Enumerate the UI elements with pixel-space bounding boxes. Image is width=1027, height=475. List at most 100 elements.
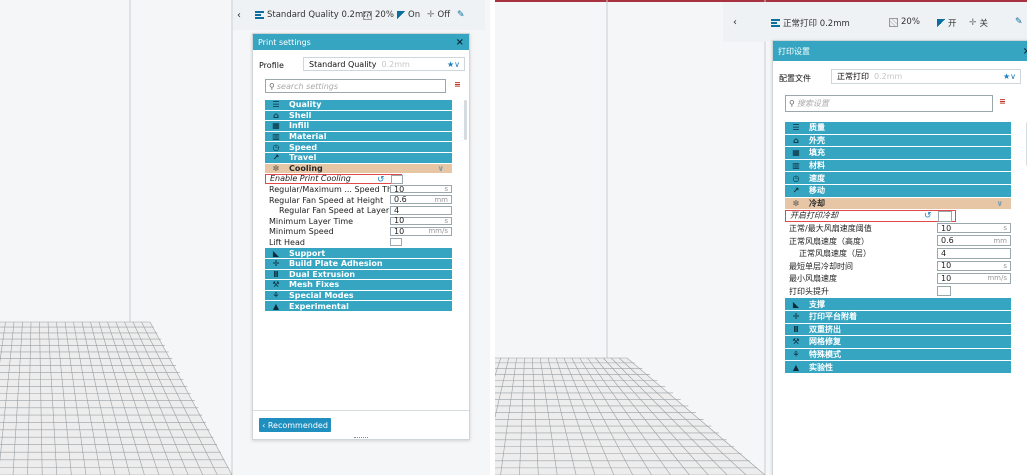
category-speed[interactable]: ◷ 速度	[785, 172, 1011, 184]
close-icon[interactable]: ×	[456, 37, 464, 48]
category-mesh-fixes[interactable]: ⚒ 网格修复	[785, 336, 1011, 348]
setting-label: Regular Fan Speed at Layer	[279, 206, 390, 216]
setting-row: 正常风扇速度（高度） 0.6 mm	[785, 235, 1011, 247]
print-settings-panel: 打印设置 × 配置文件 正常打印 0.2mm ★∨ ⚲ 搜索设置 ≡ ☰ 质量 ⌂ 外…	[772, 40, 1027, 475]
setting-value-field[interactable]: 10 mm/s	[937, 273, 1011, 284]
reset-icon[interactable]: ↺	[377, 175, 385, 185]
category-speed[interactable]: ◷ Speed	[265, 142, 452, 152]
setting-row: Lift Head	[265, 237, 452, 248]
category-mesh-fixes[interactable]: ⚒ Mesh Fixes	[265, 280, 452, 290]
setting-checkbox[interactable]	[937, 285, 951, 297]
setting-value: 4	[394, 205, 400, 215]
profile-dropdown[interactable]: 正常打印 0.2mm ★∨	[831, 69, 1021, 84]
category-label: 移动	[809, 186, 825, 196]
reset-icon[interactable]: ↺	[924, 211, 932, 221]
chevron-down-icon[interactable]: ∨	[997, 199, 1004, 208]
adhesion-indicator[interactable]: ✛ 关	[969, 17, 988, 29]
category-dual-extrusion[interactable]: Ⅱ Dual Extrusion	[265, 269, 452, 280]
panel-title: Print settings	[258, 37, 311, 47]
print-settings-panel: Print settings × Profile Standard Qualit…	[252, 33, 470, 440]
quality-icon: ☰	[792, 123, 800, 133]
setting-value-field[interactable]: 10 s	[937, 222, 1011, 234]
adhesion-icon: ✛	[792, 312, 800, 322]
setting-value-field[interactable]: 10 mm/s	[390, 227, 452, 236]
setting-label: Minimum Layer Time	[269, 216, 354, 226]
category-cooling[interactable]: ✼ Cooling ∨	[265, 163, 452, 174]
scrollbar[interactable]	[464, 100, 467, 140]
category-experimental[interactable]: ▲ Experimental	[265, 301, 452, 311]
favorite-star-icon[interactable]: ★∨	[447, 60, 460, 69]
panel-title: 打印设置	[778, 46, 810, 56]
settings-menu-icon[interactable]: ≡	[454, 80, 461, 89]
print-setup-bar[interactable]: ‹ 正常打印 0.2mm 20% 开 ✛ 关 ✎	[723, 2, 1027, 42]
edit-pencil-icon[interactable]: ✎	[1015, 17, 1023, 27]
setting-value-field[interactable]: 4	[937, 248, 1011, 259]
speed-icon: ◷	[792, 173, 800, 183]
travel-icon: ↗	[272, 153, 280, 163]
setting-value-field[interactable]: 0.6 mm	[937, 235, 1011, 246]
category-quality[interactable]: ☰ Quality	[265, 100, 452, 110]
cooling-icon: ✼	[792, 198, 800, 208]
setting-value-field[interactable]: 10 s	[937, 260, 1011, 272]
setting-checkbox[interactable]	[391, 175, 403, 184]
infill-indicator[interactable]: 20%	[889, 17, 920, 27]
quality-selector[interactable]: Standard Quality 0.2mm	[255, 10, 372, 20]
category-special-modes[interactable]: ⚘ 特殊模式	[785, 348, 1011, 361]
category-adhesion[interactable]: ✛ 打印平台附着	[785, 311, 1011, 323]
setting-checkbox[interactable]	[390, 237, 402, 247]
setting-value: 10	[394, 184, 405, 194]
infill-indicator[interactable]: 20%	[363, 10, 394, 20]
category-travel[interactable]: ↗ 移动	[785, 185, 1011, 197]
category-material[interactable]: ▥ 材料	[785, 159, 1011, 172]
resize-handle[interactable]	[354, 437, 368, 438]
quality-profile-label: 正常打印 0.2mm	[783, 19, 850, 29]
category-quality[interactable]: ☰ 质量	[785, 122, 1011, 134]
category-shell[interactable]: ⌂ Shell	[265, 110, 452, 121]
settings-menu-icon[interactable]: ≡	[999, 97, 1006, 106]
setting-value-field[interactable]: 10 s	[390, 216, 452, 225]
quality-selector[interactable]: 正常打印 0.2mm	[771, 17, 850, 29]
collapse-chevron-icon[interactable]: ‹	[237, 10, 241, 21]
search-placeholder: search settings	[276, 81, 339, 91]
setting-value: 10	[941, 273, 952, 283]
adhesion-indicator[interactable]: ✛ Off	[427, 10, 450, 20]
setting-checkbox[interactable]	[938, 211, 952, 222]
setting-value-field[interactable]: 0.6 mm	[390, 195, 452, 204]
profile-label: Profile	[259, 60, 284, 70]
category-travel[interactable]: ↗ Travel	[265, 153, 452, 163]
category-shell[interactable]: ⌂ 外壳	[785, 134, 1011, 147]
setting-row: 正常/最大风扇速度阈值 10 s	[785, 222, 1011, 235]
category-infill[interactable]: ▦ 填充	[785, 147, 1011, 159]
chevron-down-icon[interactable]: ∨	[438, 164, 445, 173]
setting-value-field[interactable]: 4	[390, 206, 452, 215]
category-infill[interactable]: ▦ Infill	[265, 121, 452, 131]
profile-name: Standard Quality	[309, 59, 377, 69]
search-input[interactable]: ⚲ 搜索设置	[785, 95, 993, 112]
close-icon[interactable]: ×	[1023, 46, 1027, 57]
category-dual-extrusion[interactable]: Ⅱ 双重挤出	[785, 323, 1011, 336]
print-setup-bar[interactable]: ‹ Standard Quality 0.2mm 20% On ✛ Off ✎	[233, 0, 485, 30]
infill-icon: ▦	[272, 121, 280, 131]
category-label: Special Modes	[289, 291, 354, 301]
category-cooling[interactable]: ✼ 冷却 ∨	[785, 197, 1011, 210]
favorite-star-icon[interactable]: ★∨	[1003, 72, 1016, 81]
setting-value-field[interactable]: 10 s	[390, 185, 452, 194]
search-input[interactable]: ⚲ search settings	[265, 79, 446, 93]
support-indicator[interactable]: 开	[937, 17, 957, 29]
category-label: Experimental	[289, 301, 349, 311]
category-special-modes[interactable]: ⚘ Special Modes	[265, 290, 452, 301]
settings-list: ☰ Quality ⌂ Shell ▦ Infill ▥ Material ◷ Speed ↗ Tra…	[265, 100, 452, 360]
category-support[interactable]: ◣ 支撑	[785, 298, 1011, 310]
category-support[interactable]: ◣ Support	[265, 248, 452, 258]
category-material[interactable]: ▥ Material	[265, 131, 452, 142]
recommended-button[interactable]: ‹ Recommended	[259, 418, 331, 432]
support-icon: ◣	[792, 299, 800, 309]
profile-dropdown[interactable]: Standard Quality 0.2mm ★∨	[303, 57, 465, 71]
category-experimental[interactable]: ▲ 实验性	[785, 361, 1011, 373]
search-placeholder: 搜索设置	[796, 99, 829, 108]
support-indicator[interactable]: On	[397, 10, 420, 20]
category-adhesion[interactable]: ✛ Build Plate Adhesion	[265, 259, 452, 269]
edit-pencil-icon[interactable]: ✎	[457, 10, 465, 20]
collapse-chevron-icon[interactable]: ‹	[733, 17, 737, 28]
category-label: Build Plate Adhesion	[289, 259, 383, 269]
